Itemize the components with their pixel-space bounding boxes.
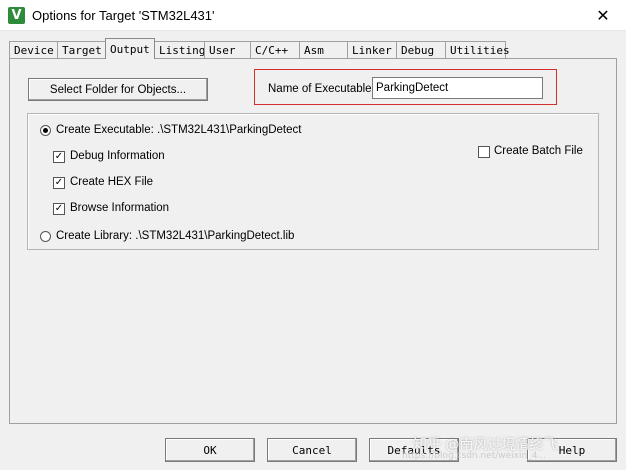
create-executable-label: Create Executable: .\STM32L431\ParkingDe… <box>56 124 302 136</box>
tab-listing[interactable]: Listing <box>154 41 205 59</box>
tab-linker[interactable]: Linker <box>347 41 397 59</box>
check-icon: ✓ <box>54 203 64 214</box>
debug-information-label: Debug Information <box>70 150 165 162</box>
tab-asm[interactable]: Asm <box>299 41 348 59</box>
tab-debug[interactable]: Debug <box>396 41 446 59</box>
window-title: Options for Target 'STM32L431' <box>32 8 215 23</box>
title-bar: V Options for Target 'STM32L431' ✕ <box>0 0 626 31</box>
name-executable-label: Name of Executable: <box>268 83 375 95</box>
csdn-watermark-url: https://blog.csdn.net/weixin_4... <box>402 451 547 461</box>
tab-c-cpp[interactable]: C/C++ <box>250 41 300 59</box>
create-hex-checkbox[interactable]: ✓ <box>53 177 65 189</box>
tab-user[interactable]: User <box>204 41 251 59</box>
keil-app-icon: V <box>8 7 25 24</box>
check-icon: ✓ <box>54 177 64 188</box>
browse-information-checkbox[interactable]: ✓ <box>53 203 65 215</box>
browse-information-label: Browse Information <box>70 202 170 214</box>
tab-output[interactable]: Output <box>105 38 155 59</box>
check-icon: ✓ <box>54 151 64 162</box>
create-batch-file-label: Create Batch File <box>494 145 583 157</box>
close-button[interactable]: ✕ <box>580 0 626 31</box>
tab-device[interactable]: Device <box>9 41 58 59</box>
tab-utilities[interactable]: Utilities <box>445 41 510 59</box>
create-library-radio[interactable] <box>40 231 51 242</box>
cancel-button[interactable]: Cancel <box>267 438 357 462</box>
create-library-label: Create Library: .\STM32L431\ParkingDetec… <box>56 230 295 242</box>
name-executable-input[interactable] <box>372 77 543 99</box>
select-folder-button[interactable]: Select Folder for Objects... <box>28 78 208 101</box>
create-executable-radio[interactable] <box>40 125 51 136</box>
debug-information-checkbox[interactable]: ✓ <box>53 151 65 163</box>
ok-button[interactable]: OK <box>165 438 255 462</box>
tab-target[interactable]: Target <box>57 41 106 59</box>
tab-strip: Device Target Output Listing User C/C++ … <box>9 38 510 59</box>
create-batch-file-checkbox[interactable] <box>478 146 490 158</box>
close-icon: ✕ <box>596 6 610 25</box>
create-hex-label: Create HEX File <box>70 176 154 188</box>
